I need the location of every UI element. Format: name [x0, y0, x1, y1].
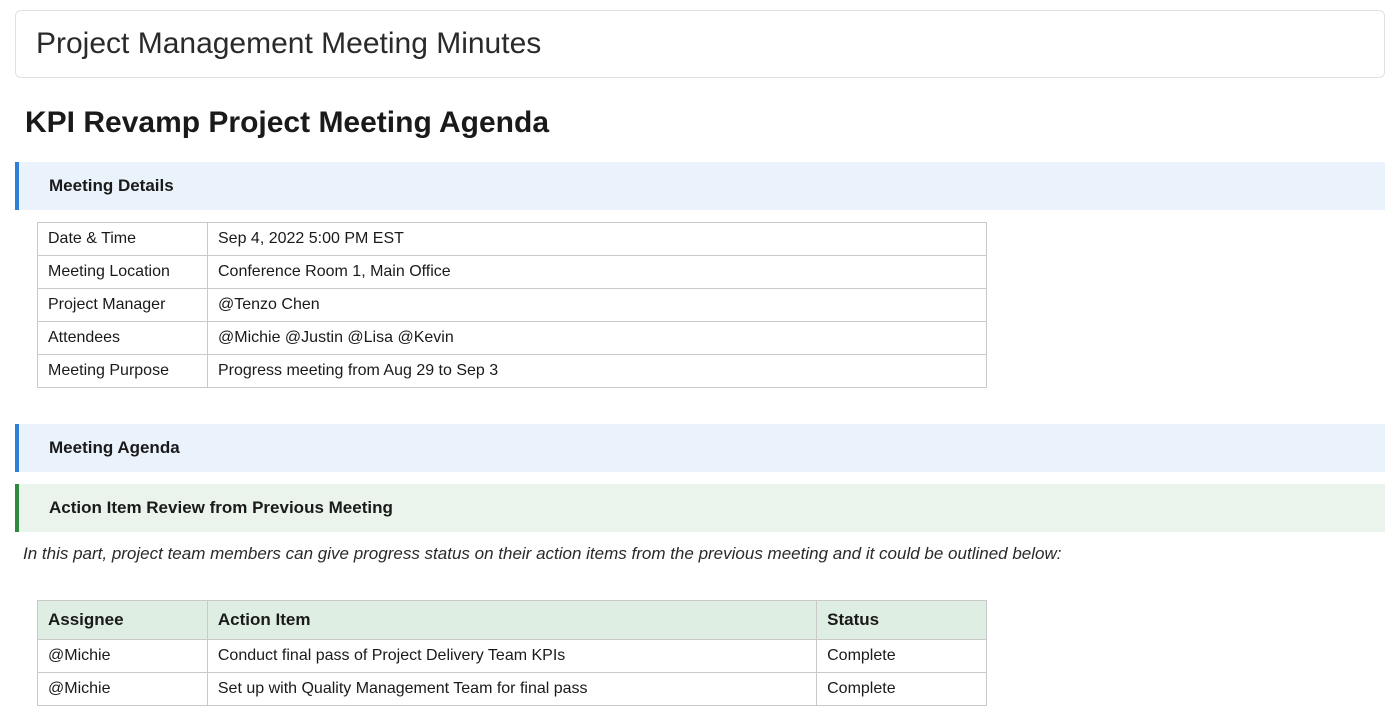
detail-value: @Michie @Justin @Lisa @Kevin — [208, 322, 987, 355]
action-items-table: Assignee Action Item Status @Michie Cond… — [37, 600, 987, 706]
detail-label: Meeting Purpose — [38, 355, 208, 388]
meeting-details-table: Date & Time Sep 4, 2022 5:00 PM EST Meet… — [37, 222, 987, 388]
section-label: Meeting Details — [49, 176, 174, 196]
table-row: Meeting Location Conference Room 1, Main… — [38, 256, 987, 289]
section-label: Action Item Review from Previous Meeting — [49, 498, 393, 518]
cell-action-item: Conduct final pass of Project Delivery T… — [207, 640, 816, 673]
section-label: Meeting Agenda — [49, 438, 180, 458]
detail-value: Progress meeting from Aug 29 to Sep 3 — [208, 355, 987, 388]
table-row: Project Manager @Tenzo Chen — [38, 289, 987, 322]
table-row: @Michie Conduct final pass of Project De… — [38, 640, 987, 673]
cell-assignee: @Michie — [38, 640, 208, 673]
detail-label: Attendees — [38, 322, 208, 355]
col-header-status: Status — [817, 601, 987, 640]
detail-value: Sep 4, 2022 5:00 PM EST — [208, 223, 987, 256]
table-header-row: Assignee Action Item Status — [38, 601, 987, 640]
detail-value: Conference Room 1, Main Office — [208, 256, 987, 289]
section-header-meeting-details: Meeting Details — [15, 162, 1385, 210]
detail-label: Date & Time — [38, 223, 208, 256]
cell-assignee: @Michie — [38, 673, 208, 706]
section-header-action-review: Action Item Review from Previous Meeting — [15, 484, 1385, 532]
title-card: Project Management Meeting Minutes — [15, 10, 1385, 78]
action-review-note: In this part, project team members can g… — [23, 544, 1385, 564]
table-row: Date & Time Sep 4, 2022 5:00 PM EST — [38, 223, 987, 256]
cell-status: Complete — [817, 640, 987, 673]
page-title: KPI Revamp Project Meeting Agenda — [25, 106, 1385, 140]
cell-action-item: Set up with Quality Management Team for … — [207, 673, 816, 706]
detail-label: Project Manager — [38, 289, 208, 322]
table-row: @Michie Set up with Quality Management T… — [38, 673, 987, 706]
section-header-meeting-agenda: Meeting Agenda — [15, 424, 1385, 472]
detail-value: @Tenzo Chen — [208, 289, 987, 322]
col-header-action-item: Action Item — [207, 601, 816, 640]
table-row: Attendees @Michie @Justin @Lisa @Kevin — [38, 322, 987, 355]
detail-label: Meeting Location — [38, 256, 208, 289]
card-title: Project Management Meeting Minutes — [36, 27, 1364, 61]
col-header-assignee: Assignee — [38, 601, 208, 640]
table-row: Meeting Purpose Progress meeting from Au… — [38, 355, 987, 388]
cell-status: Complete — [817, 673, 987, 706]
